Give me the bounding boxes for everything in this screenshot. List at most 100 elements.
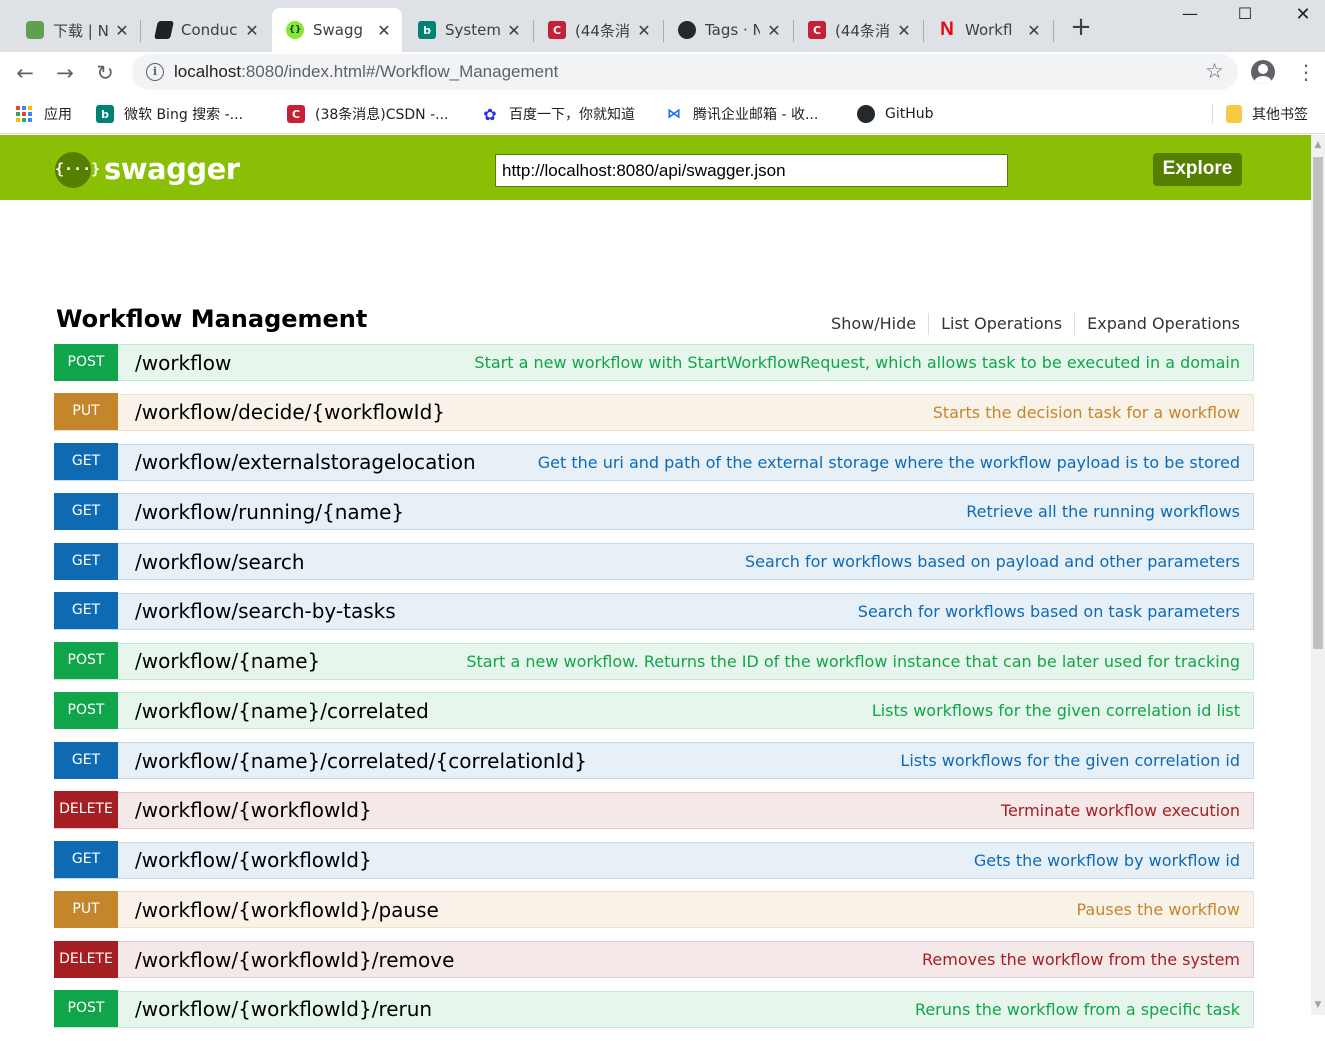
maximize-button[interactable]: ☐ — [1230, 4, 1260, 28]
http-method-badge[interactable]: POST — [54, 691, 118, 729]
bookmark-baidu[interactable]: ✿ 百度一下，你就知道 — [481, 104, 635, 124]
operation-summary[interactable]: Starts the decision task for a workflow — [933, 403, 1240, 422]
operation-path[interactable]: /workflow/{workflowId}/pause — [135, 898, 439, 922]
tab-csdn-1[interactable]: C (44条消 ✕ — [534, 8, 662, 52]
http-method-badge[interactable]: DELETE — [54, 791, 118, 829]
operation-path[interactable]: /workflow/search — [135, 550, 305, 574]
close-icon[interactable]: ✕ — [114, 21, 130, 40]
http-method-badge[interactable]: GET — [54, 841, 118, 878]
operation-row[interactable]: GET/workflow/{name}/correlated/{correlat… — [54, 741, 1254, 779]
operation-row[interactable]: GET/workflow/{workflowId} Gets the workfl… — [54, 841, 1254, 879]
operation-summary[interactable]: Start a new workflow with StartWorkflowR… — [474, 353, 1240, 372]
operation-row[interactable]: PUT/workflow/{workflowId}/pause Pauses th… — [54, 890, 1254, 929]
scroll-thumb[interactable] — [1313, 157, 1323, 649]
operation-path[interactable]: /workflow/{workflowId} — [135, 848, 372, 872]
http-method-badge[interactable]: GET — [54, 741, 118, 779]
tab-downloads[interactable]: 下载 | N ✕ — [12, 8, 140, 52]
tab-github-tags[interactable]: Tags · N ✕ — [664, 8, 792, 52]
operation-summary[interactable]: Start a new workflow. Returns the ID of … — [466, 652, 1240, 671]
operation-path[interactable]: /workflow/{workflowId}/remove — [135, 948, 454, 972]
forward-arrow-icon[interactable]: → — [52, 60, 78, 86]
scroll-up-arrow-icon[interactable]: ▲ — [1311, 135, 1325, 153]
tab-swagger[interactable]: {} Swagg ✕ — [272, 8, 402, 52]
close-icon[interactable]: ✕ — [896, 21, 912, 40]
close-icon[interactable]: ✕ — [1026, 21, 1042, 40]
show-hide-link[interactable]: Show/Hide — [819, 313, 930, 335]
operation-row[interactable]: DELETE/workflow/{workflowId} Terminate wo… — [54, 791, 1254, 829]
operation-row[interactable]: POST/workflow/{name}/correlated Lists wor… — [54, 691, 1254, 730]
operation-path[interactable]: /workflow/{name}/correlated — [135, 699, 429, 723]
http-method-badge[interactable]: GET — [54, 542, 118, 580]
address-bar[interactable]: i localhost:8080/index.html#/Workflow_Ma… — [132, 54, 1238, 90]
operation-row[interactable]: GET/workflow/running/{name} Retrieve all … — [54, 492, 1254, 531]
minimize-button[interactable]: — — [1175, 4, 1205, 28]
bookmark-tencent-mail[interactable]: ⋈ 腾讯企业邮箱 - 收... — [665, 104, 818, 124]
bookmark-apps[interactable]: 应用 — [16, 104, 72, 124]
operation-path[interactable]: /workflow/{workflowId} — [135, 798, 372, 822]
http-method-badge[interactable]: GET — [54, 492, 118, 530]
close-icon[interactable]: ✕ — [766, 21, 782, 40]
operation-row[interactable]: GET/workflow/search Search for workflows … — [54, 542, 1254, 580]
new-tab-button[interactable]: + — [1068, 14, 1094, 42]
operation-summary[interactable]: Get the uri and path of the external sto… — [538, 453, 1240, 472]
operation-summary[interactable]: Search for workflows based on task param… — [858, 602, 1240, 621]
operation-path[interactable]: /workflow — [135, 351, 231, 375]
reload-icon[interactable]: ↻ — [92, 60, 118, 86]
page-scrollbar[interactable]: ▲ ▼ — [1311, 135, 1325, 1015]
operation-summary[interactable]: Search for workflows based on payload an… — [745, 552, 1240, 571]
swagger-logo-icon[interactable]: {···} — [55, 152, 100, 188]
explore-button[interactable]: Explore — [1153, 153, 1242, 186]
operation-row[interactable]: GET/workflow/search-by-tasks Search for w… — [54, 592, 1254, 630]
resource-title[interactable]: Workflow Management — [56, 305, 367, 333]
operation-path[interactable]: /workflow/externalstoragelocation — [135, 450, 476, 474]
spec-url-input[interactable] — [495, 154, 1008, 187]
bookmark-other-folder[interactable]: 其他书签 — [1226, 104, 1308, 124]
operation-summary[interactable]: Lists workflows for the given correlatio… — [872, 701, 1240, 720]
operation-summary[interactable]: Lists workflows for the given correlatio… — [900, 751, 1240, 770]
http-method-badge[interactable]: GET — [54, 443, 118, 480]
operation-row[interactable]: POST/workflow Start a new workflow with S… — [54, 343, 1254, 381]
operation-row[interactable]: POST/workflow/{workflowId}/rerun Reruns t… — [54, 990, 1254, 1028]
http-method-badge[interactable]: PUT — [54, 890, 118, 928]
bookmark-github[interactable]: GitHub — [857, 104, 934, 124]
info-icon[interactable]: i — [146, 63, 164, 81]
tab-system[interactable]: b System ✕ — [404, 8, 532, 52]
operation-summary[interactable]: Pauses the workflow — [1077, 900, 1241, 919]
close-icon[interactable]: ✕ — [506, 21, 522, 40]
operation-summary[interactable]: Reruns the workflow from a specific task — [915, 1000, 1240, 1019]
operation-path[interactable]: /workflow/{workflowId}/rerun — [135, 997, 432, 1021]
close-icon[interactable]: ✕ — [244, 21, 260, 40]
scroll-down-arrow-icon[interactable]: ▼ — [1311, 997, 1325, 1015]
close-icon[interactable]: ✕ — [636, 21, 652, 40]
http-method-badge[interactable]: DELETE — [54, 940, 118, 978]
operation-path[interactable]: /workflow/{name} — [135, 649, 320, 673]
profile-avatar[interactable] — [1251, 60, 1275, 84]
swagger-brand[interactable]: swagger — [104, 152, 240, 186]
tab-workflow[interactable]: N Workfl ✕ — [924, 8, 1052, 52]
tab-conductor[interactable]: Conduc ✕ — [142, 8, 270, 52]
menu-dots-icon[interactable]: ⋮ — [1296, 60, 1316, 86]
operation-row[interactable]: DELETE/workflow/{workflowId}/remove Remov… — [54, 940, 1254, 978]
url-text[interactable]: localhost:8080/index.html#/Workflow_Mana… — [174, 62, 558, 82]
list-operations-link[interactable]: List Operations — [929, 313, 1076, 335]
operation-summary[interactable]: Retrieve all the running workflows — [966, 502, 1240, 521]
bookmark-csdn[interactable]: C (38条消息)CSDN -... — [287, 104, 449, 124]
operation-path[interactable]: /workflow/search-by-tasks — [135, 599, 396, 623]
expand-operations-link[interactable]: Expand Operations — [1075, 313, 1240, 335]
http-method-badge[interactable]: POST — [54, 343, 118, 381]
operation-summary[interactable]: Terminate workflow execution — [1001, 801, 1240, 820]
operation-path[interactable]: /workflow/{name}/correlated/{correlation… — [135, 749, 587, 773]
operation-row[interactable]: POST/workflow/{name} Start a new workflow… — [54, 642, 1254, 680]
window-close-button[interactable]: ✕ — [1288, 4, 1318, 28]
operation-row[interactable]: PUT/workflow/decide/{workflowId} Starts t… — [54, 393, 1254, 431]
operation-summary[interactable]: Gets the workflow by workflow id — [974, 851, 1240, 870]
http-method-badge[interactable]: POST — [54, 642, 118, 679]
operation-path[interactable]: /workflow/decide/{workflowId} — [135, 400, 445, 424]
http-method-badge[interactable]: PUT — [54, 393, 118, 431]
operation-path[interactable]: /workflow/running/{name} — [135, 500, 404, 524]
bookmark-bing[interactable]: b 微软 Bing 搜索 -... — [96, 104, 243, 124]
operation-row[interactable]: GET/workflow/externalstoragelocation Get … — [54, 443, 1254, 481]
back-arrow-icon[interactable]: ← — [12, 60, 38, 86]
tab-csdn-2[interactable]: C (44条消 ✕ — [794, 8, 922, 52]
http-method-badge[interactable]: POST — [54, 990, 118, 1028]
